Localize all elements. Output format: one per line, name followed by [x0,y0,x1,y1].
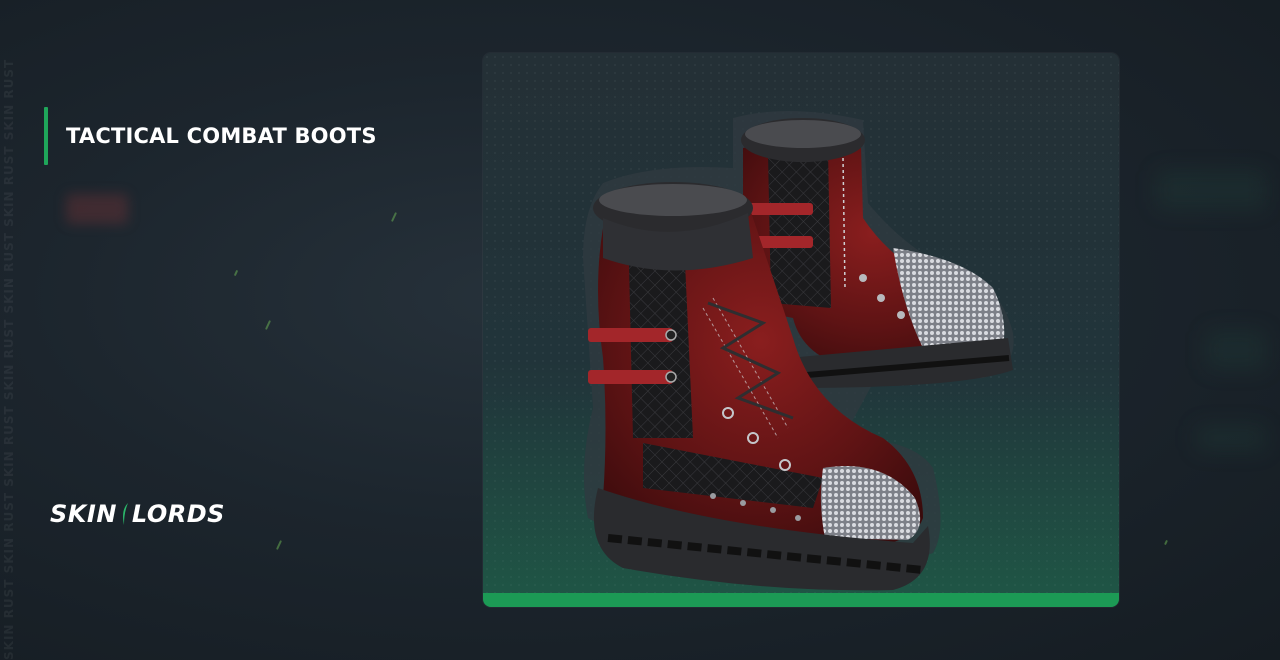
decor-speck [1164,539,1168,546]
blurred-badge [66,194,128,224]
side-watermark: SKIN RUST SKIN RUST SKIN RUST SKIN RUST … [2,58,16,660]
leaf-blade-icon [122,503,128,525]
logo-text-lords: LORDS [131,500,225,528]
item-preview-card [483,53,1119,607]
item-title: TACTICAL COMBAT BOOTS [66,124,377,148]
combat-boots-image [583,110,1014,591]
brand-logo: SKIN LORDS [50,500,225,528]
decor-speck [390,212,398,222]
background-blur [1196,425,1266,451]
item-title-block: TACTICAL COMBAT BOOTS [44,107,377,165]
logo-text-skin: SKIN [50,500,117,528]
decor-speck [264,320,272,330]
decor-speck [275,540,283,550]
background-blur [1156,170,1266,210]
title-accent-bar [44,107,48,165]
background-blur [1206,330,1266,370]
card-footer-bar [483,593,1119,607]
decor-speck [233,269,239,277]
